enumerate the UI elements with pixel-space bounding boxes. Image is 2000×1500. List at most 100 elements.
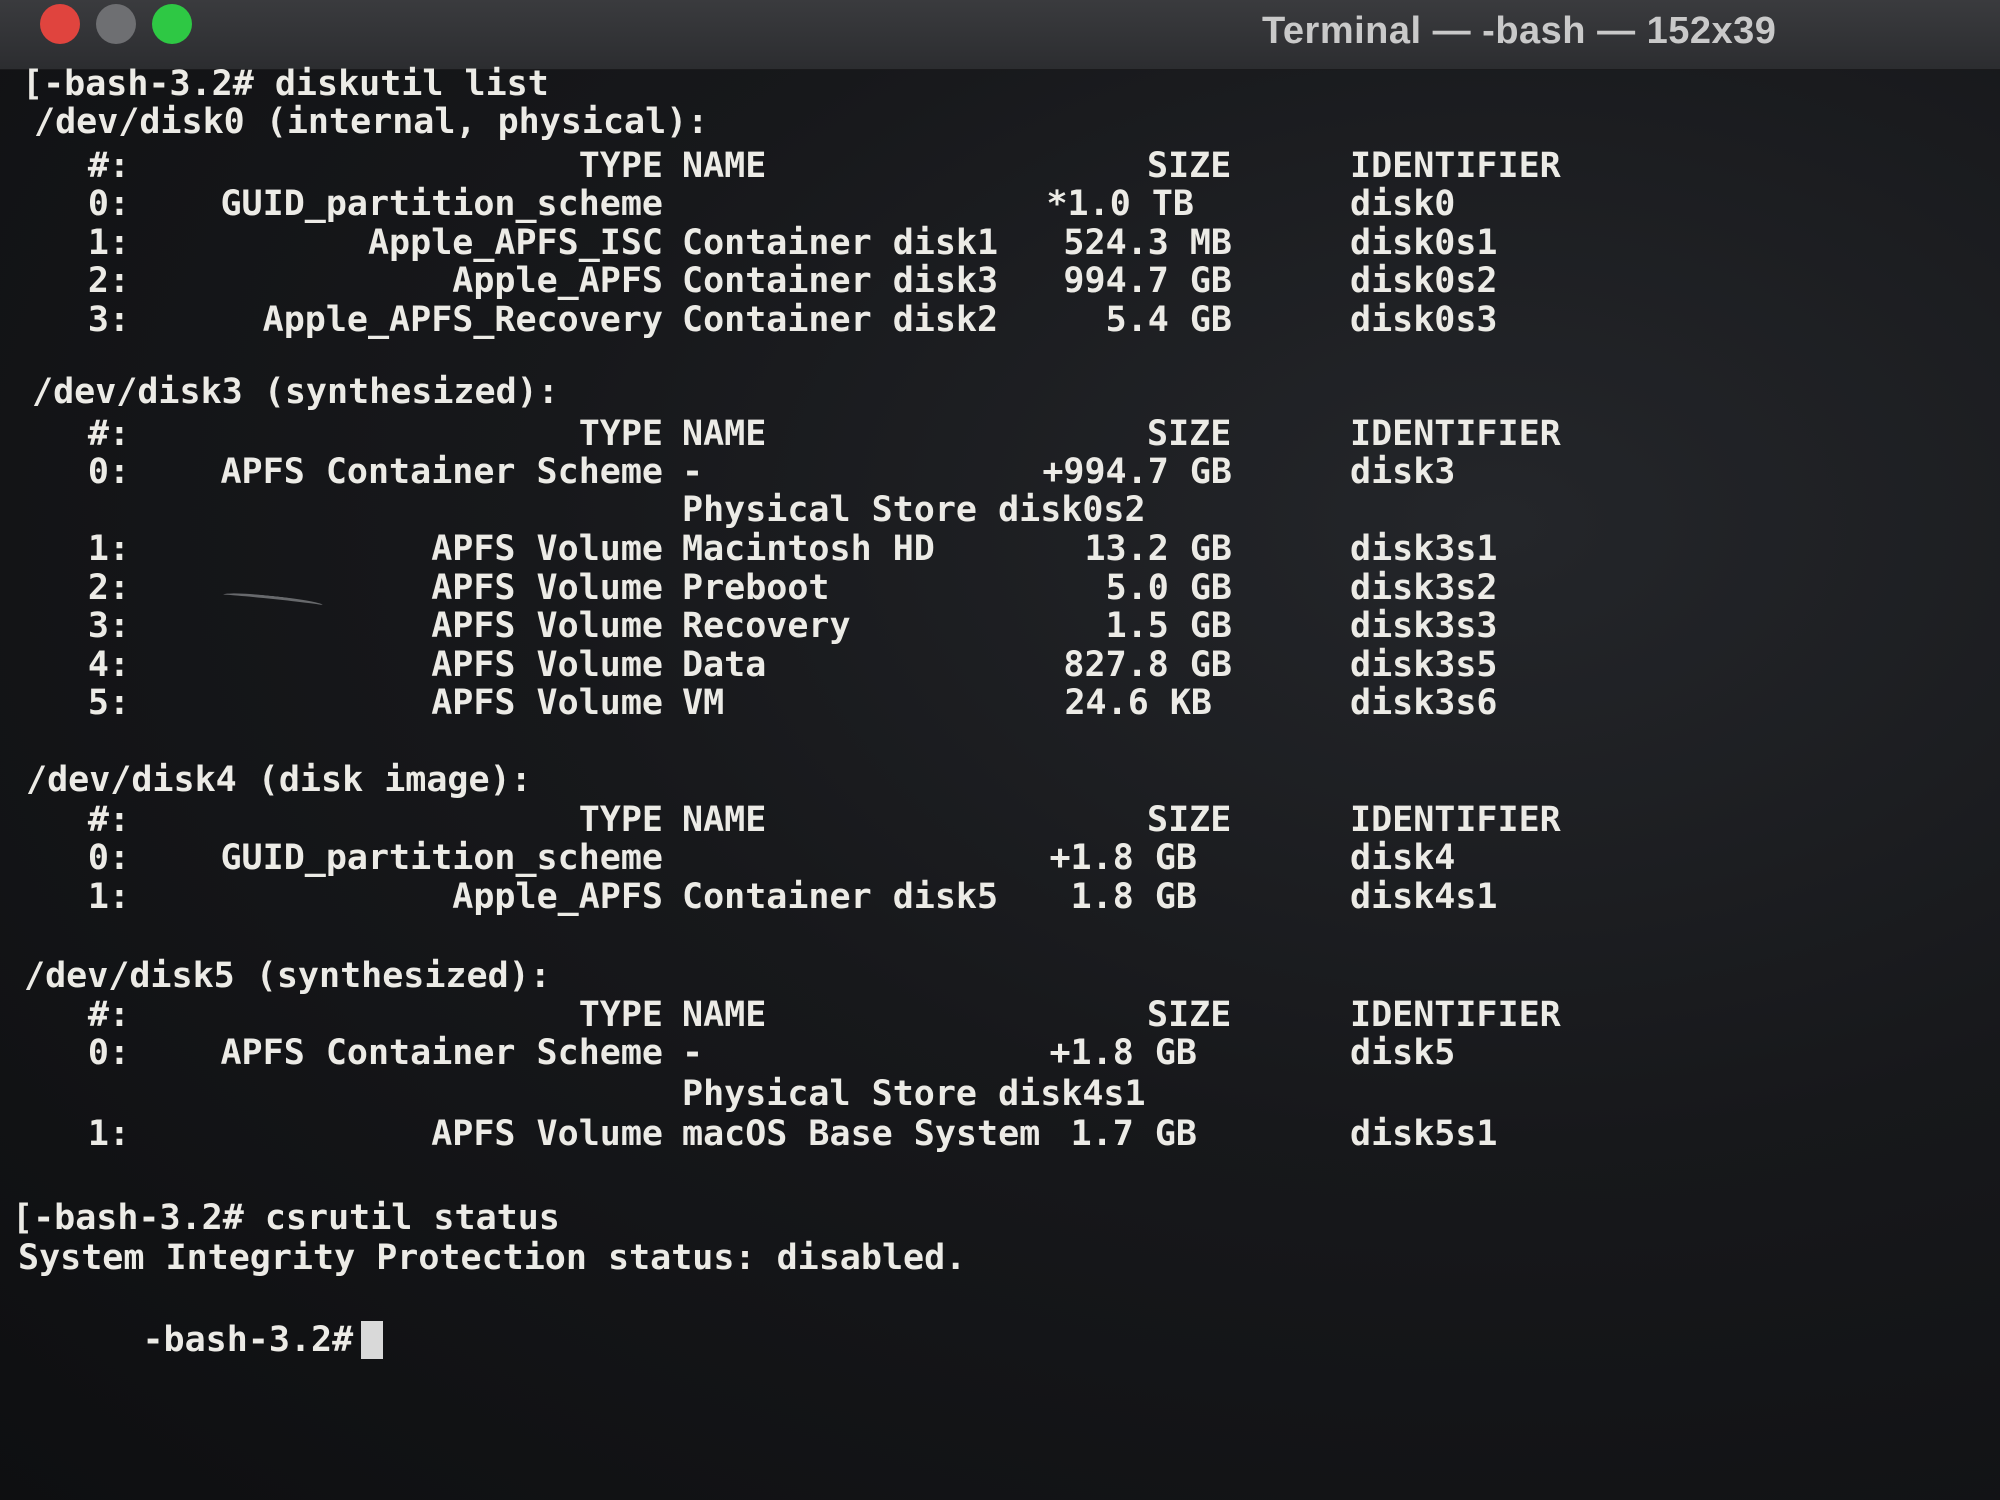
partition-type: Apple_APFS_ISC xyxy=(367,222,663,263)
partition-size: +1.8 GB xyxy=(1049,838,1197,878)
partition-type: GUID_partition_scheme xyxy=(220,838,663,878)
partition-type: APFS Container Scheme xyxy=(220,1033,663,1073)
col-header-identifier: IDENTIFIER xyxy=(1350,146,1561,186)
table-row: 1: Apple_APFS_ISC Container disk1 524.3 MB d… xyxy=(22,223,1982,263)
partition-size: 1.5 GB xyxy=(1105,606,1232,646)
partition-identifier: disk0s1 xyxy=(1350,222,1498,263)
row-number: 3: xyxy=(87,299,130,340)
command-line: [-bash-3.2# csrutil status xyxy=(12,1198,560,1238)
row-number: 1: xyxy=(87,1114,130,1154)
table-row: 0: GUID_partition_scheme *1.0 TB disk0 xyxy=(22,184,1982,224)
partition-type: APFS Volume xyxy=(431,529,663,569)
col-header-size: SIZE xyxy=(1147,414,1232,454)
table-header: #: TYPE NAME SIZE IDENTIFIER xyxy=(22,800,1982,840)
col-header-name: NAME xyxy=(682,995,767,1035)
table-row: 0: APFS Container Scheme - +1.8 GB disk5 xyxy=(22,1033,1982,1073)
prompt: -bash-3.2# xyxy=(142,1320,354,1360)
col-header-type: TYPE xyxy=(578,800,663,840)
table-row: 5: APFS Volume VM 24.6 KB disk3s6 xyxy=(22,683,1982,723)
col-header-number: #: xyxy=(87,146,130,186)
partition-name: Macintosh HD xyxy=(682,529,935,569)
table-header: #: TYPE NAME SIZE IDENTIFIER xyxy=(22,995,1982,1035)
partition-type: APFS Volume xyxy=(431,683,663,723)
physical-store-note: Physical Store disk4s1 xyxy=(682,1074,1146,1114)
disk-header: /dev/disk5 (synthesized): xyxy=(24,956,551,996)
table-row: 4: APFS Volume Data 827.8 GB disk3s5 xyxy=(22,645,1982,685)
partition-identifier: disk0 xyxy=(1350,184,1456,224)
table-row: 1: APFS Volume macOS Base System 1.7 GB disk… xyxy=(22,1114,1982,1154)
terminal-output[interactable]: [-bash-3.2# diskutil list /dev/disk0 (in… xyxy=(12,64,1982,1484)
partition-size: 827.8 GB xyxy=(1063,644,1232,685)
partition-type: Apple_APFS xyxy=(452,876,663,917)
partition-size: +1.8 GB xyxy=(1049,1033,1197,1073)
table-row: 1: Apple_APFS Container disk5 1.8 GB disk4s1 xyxy=(22,877,1982,917)
partition-identifier: disk5 xyxy=(1350,1033,1456,1073)
col-header-identifier: IDENTIFIER xyxy=(1350,800,1561,840)
partition-name: macOS Base System xyxy=(682,1114,1041,1154)
partition-identifier: disk4s1 xyxy=(1350,876,1498,917)
text-cursor xyxy=(361,1321,384,1359)
partition-identifier: disk0s3 xyxy=(1350,299,1498,340)
disk-header: /dev/disk0 (internal, physical): xyxy=(34,102,709,142)
prompt-line[interactable]: -bash-3.2# xyxy=(16,1280,384,1360)
row-number: 2: xyxy=(87,261,130,301)
partition-type: APFS Volume xyxy=(431,606,663,646)
row-number: 1: xyxy=(87,222,130,263)
partition-name: VM xyxy=(682,683,725,723)
partition-name: Container disk5 xyxy=(682,876,999,917)
command-output: System Integrity Protection status: disa… xyxy=(18,1238,967,1278)
physical-store-note: Physical Store disk0s2 xyxy=(682,490,1146,530)
partition-type: APFS Volume xyxy=(431,1114,663,1154)
partition-identifier: disk3s2 xyxy=(1350,567,1498,608)
title-bar: Terminal — -bash — 152x39 xyxy=(0,0,2000,70)
row-number: 0: xyxy=(87,184,130,224)
zoom-button[interactable] xyxy=(152,4,192,44)
partition-type: APFS Volume xyxy=(431,644,663,685)
terminal-window: Terminal — -bash — 152x39 [-bash-3.2# di… xyxy=(0,0,2000,1500)
partition-name: Recovery xyxy=(682,606,851,646)
row-number: 4: xyxy=(87,644,130,685)
row-number: 1: xyxy=(87,529,130,569)
partition-name: Data xyxy=(682,644,767,685)
col-header-identifier: IDENTIFIER xyxy=(1350,995,1561,1035)
partition-size: +994.7 GB xyxy=(1042,452,1232,492)
row-number: 0: xyxy=(87,838,130,878)
disk-header: /dev/disk4 (disk image): xyxy=(26,760,532,800)
table-header: #: TYPE NAME SIZE IDENTIFIER xyxy=(22,414,1982,454)
partition-size: 5.0 GB xyxy=(1105,567,1232,608)
col-header-identifier: IDENTIFIER xyxy=(1350,414,1561,454)
partition-identifier: disk5s1 xyxy=(1350,1114,1498,1154)
col-header-number: #: xyxy=(87,414,130,454)
partition-name: - xyxy=(682,452,704,492)
partition-size: 13.2 GB xyxy=(1084,529,1232,569)
row-number: 5: xyxy=(87,683,130,723)
window-title: Terminal — -bash — 152x39 xyxy=(1262,10,1777,52)
col-header-size: SIZE xyxy=(1147,146,1232,186)
col-header-name: NAME xyxy=(682,414,767,454)
row-number: 2: xyxy=(87,567,130,608)
table-row: 0: GUID_partition_scheme +1.8 GB disk4 xyxy=(22,838,1982,878)
table-row: 3: APFS Volume Recovery 1.5 GB disk3s3 xyxy=(22,606,1982,646)
partition-size: 1.8 GB xyxy=(1070,876,1197,917)
col-header-size: SIZE xyxy=(1147,995,1232,1035)
partition-type: GUID_partition_scheme xyxy=(220,184,663,224)
partition-name: - xyxy=(682,1033,704,1073)
minimize-button[interactable] xyxy=(96,4,136,44)
table-row: 3: Apple_APFS_Recovery Container disk2 5.4 … xyxy=(22,300,1982,340)
partition-size: 994.7 GB xyxy=(1063,261,1232,301)
partition-size: 24.6 KB xyxy=(1064,683,1212,723)
row-number: 0: xyxy=(87,1033,130,1073)
partition-identifier: disk3s6 xyxy=(1350,683,1498,723)
partition-type: APFS Volume xyxy=(431,567,663,608)
table-row: 0: APFS Container Scheme - +994.7 GB disk3 xyxy=(22,452,1982,492)
col-header-name: NAME xyxy=(682,146,767,186)
col-header-type: TYPE xyxy=(578,146,663,186)
partition-identifier: disk4 xyxy=(1350,838,1456,878)
partition-name: Container disk2 xyxy=(682,299,999,340)
partition-type: Apple_APFS_Recovery xyxy=(262,299,663,340)
partition-size: 5.4 GB xyxy=(1105,299,1232,340)
row-number: 3: xyxy=(87,606,130,646)
close-button[interactable] xyxy=(40,4,80,44)
partition-name: Container disk3 xyxy=(682,261,999,301)
col-header-number: #: xyxy=(87,995,130,1035)
